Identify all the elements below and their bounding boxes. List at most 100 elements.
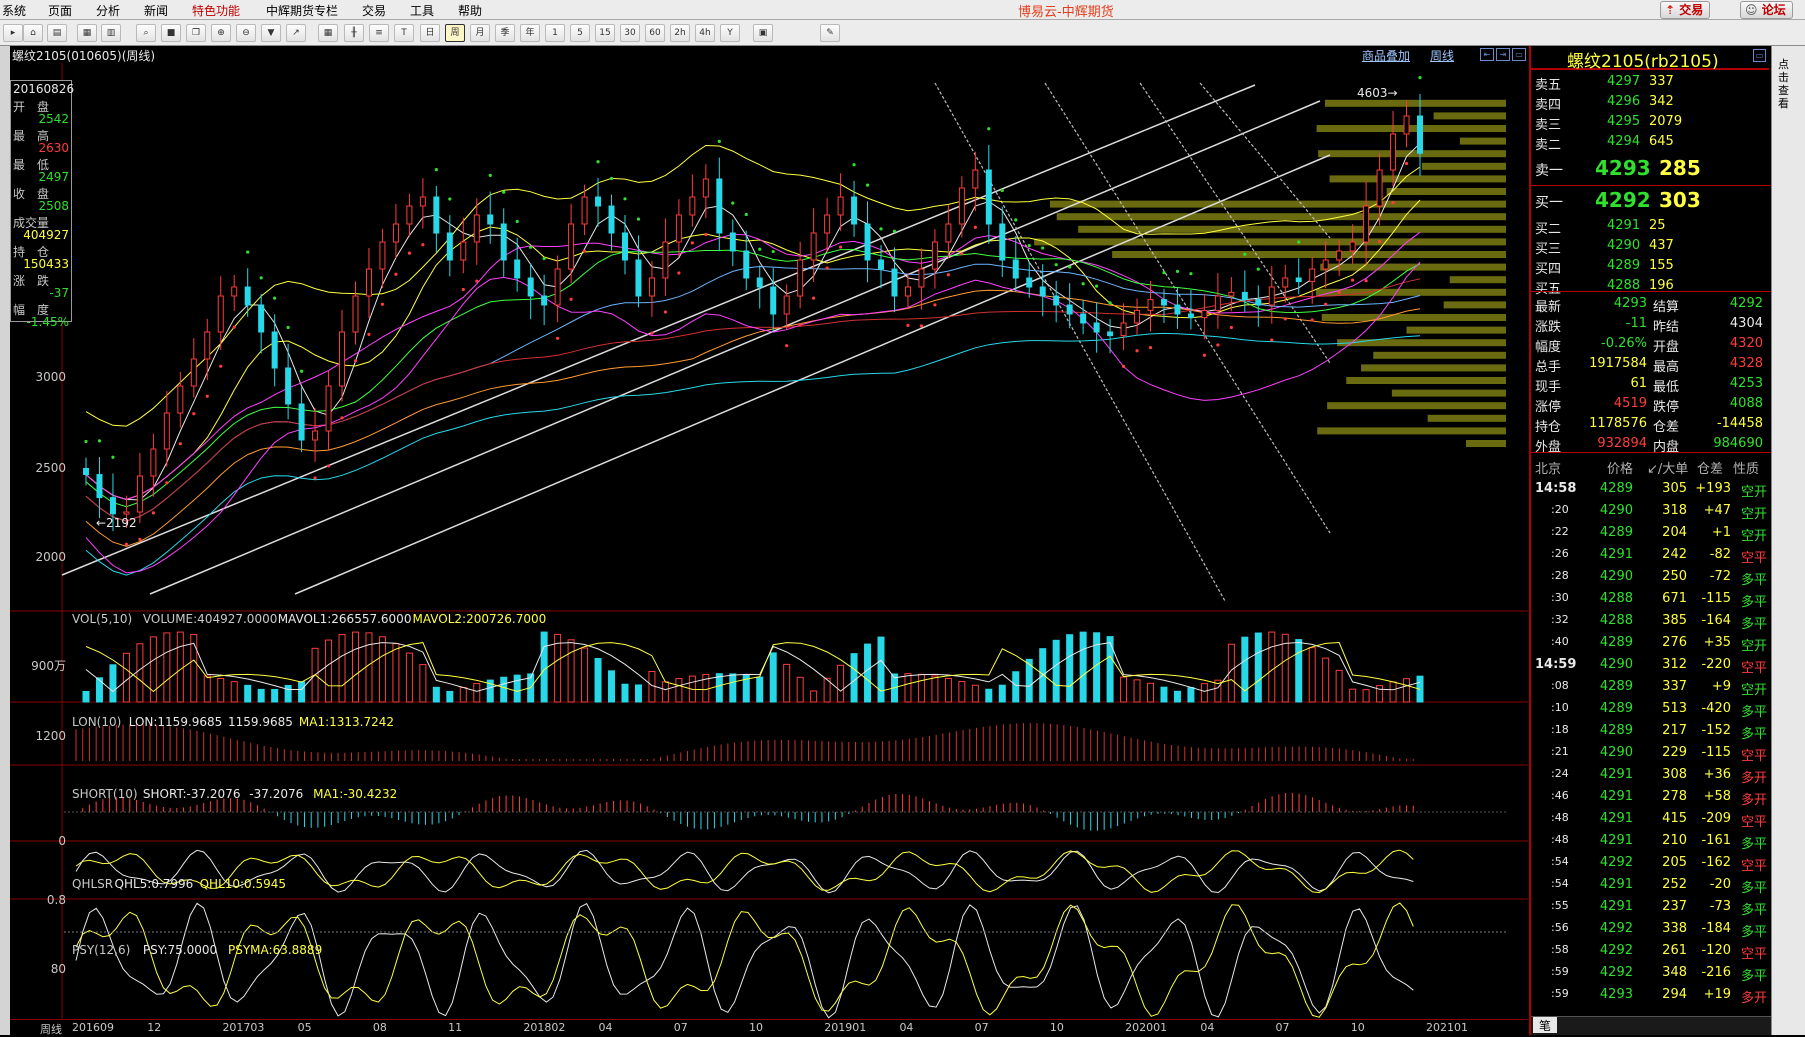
tick-volume: 204 [1662, 525, 1687, 540]
ask-row[interactable]: 卖五 4297 337 [1531, 74, 1771, 93]
tick-icon[interactable]: ≡ [369, 24, 389, 42]
period-60min-button[interactable]: 60 [645, 24, 665, 42]
bid-row[interactable]: 买一 4292 303 [1531, 188, 1771, 214]
tick-nature: 空平 [1741, 551, 1768, 566]
calendar-icon[interactable]: ▣ [753, 24, 773, 42]
tick-row[interactable]: 14:59 4290 312 -220 空平 [1531, 657, 1771, 676]
panel-restore-icon[interactable]: ▭ [1753, 49, 1766, 62]
zoom-in-icon[interactable]: ⊕ [211, 24, 231, 42]
tick-row[interactable]: :46 4291 278 +58 多开 [1531, 789, 1771, 808]
tick-price: 4290 [1599, 657, 1633, 672]
scroll-right-icon[interactable]: ⇥ [1496, 48, 1510, 61]
window-icon[interactable]: ❐ [186, 24, 206, 42]
tick-row[interactable]: :48 4291 415 -209 空平 [1531, 811, 1771, 830]
menu-zhonghui-column[interactable]: 中辉期货专栏 [266, 2, 338, 19]
period-5min-button[interactable]: 5 [570, 24, 590, 42]
tick-row[interactable]: :26 4291 242 -82 空平 [1531, 547, 1771, 566]
menu-tools[interactable]: 工具 [410, 2, 434, 19]
ask-row[interactable]: 卖四 4296 342 [1531, 94, 1771, 113]
tick-row[interactable]: :54 4291 252 -20 多平 [1531, 877, 1771, 896]
home-icon[interactable]: ⌂ [23, 24, 43, 42]
tick-time: 14:58 [1535, 481, 1577, 496]
zoom-out-icon[interactable]: ⊖ [236, 24, 256, 42]
menu-trade[interactable]: 交易 [362, 2, 386, 19]
period-link[interactable]: 周线 [1430, 47, 1454, 64]
trade-button[interactable]: ⇡ 交易 [1660, 1, 1711, 19]
sar-dot [1377, 240, 1382, 244]
maximize-icon[interactable]: ▭ [1512, 48, 1526, 61]
tick-row[interactable]: :59 4292 348 -216 多平 [1531, 965, 1771, 984]
tick-row[interactable]: :48 4291 210 -161 多平 [1531, 833, 1771, 852]
news-icon[interactable]: ▦ [77, 24, 97, 42]
tick-row[interactable]: :20 4290 318 +47 空开 [1531, 503, 1771, 522]
candle-body [527, 277, 534, 297]
period-month-button[interactable]: 月 [470, 24, 490, 42]
book-icon[interactable]: ▤ [47, 24, 67, 42]
period-30min-button[interactable]: 30 [620, 24, 640, 42]
period-day-button[interactable]: 日 [420, 24, 440, 42]
bid-row[interactable]: 买五 4288 196 [1531, 278, 1771, 297]
bid-row[interactable]: 买二 4291 25 [1531, 218, 1771, 237]
ask-row[interactable]: 卖三 4295 2079 [1531, 114, 1771, 133]
menu-analysis[interactable]: 分析 [96, 2, 120, 19]
menu-special[interactable]: 特色功能 [192, 2, 240, 19]
search-icon[interactable]: ⌕ [136, 24, 156, 42]
side-info-strip[interactable]: 点击查看 [1771, 46, 1805, 1035]
list-icon[interactable]: ▥ [101, 24, 121, 42]
chart-icon[interactable]: ↗ [286, 24, 306, 42]
tick-row[interactable]: :18 4289 217 -152 多平 [1531, 723, 1771, 742]
tick-row[interactable]: 14:58 4289 305 +193 空开 [1531, 481, 1771, 500]
ticker-icon[interactable]: T [394, 24, 414, 42]
table-icon[interactable]: ▦ [318, 24, 338, 42]
scroll-left-icon[interactable]: ⇤ [1480, 48, 1494, 61]
tick-row[interactable]: :56 4292 338 -184 多平 [1531, 921, 1771, 940]
ask-label: 卖二 [1535, 138, 1562, 153]
tick-row[interactable]: :30 4288 671 -115 多平 [1531, 591, 1771, 610]
product-overlay-link[interactable]: 商品叠加 [1362, 47, 1410, 64]
tick-row[interactable]: :08 4289 337 +9 空开 [1531, 679, 1771, 698]
period-week-button[interactable]: 周 [445, 24, 465, 42]
period-2h-button[interactable]: 2h [670, 24, 690, 42]
ask-row[interactable]: 卖二 4294 645 [1531, 134, 1771, 153]
tick-row[interactable]: :21 4290 229 -115 空平 [1531, 745, 1771, 764]
tick-nature: 多开 [1741, 771, 1768, 786]
period-15min-button[interactable]: 15 [595, 24, 615, 42]
volume-bar [513, 674, 521, 703]
tick-row[interactable]: :55 4291 237 -73 多平 [1531, 899, 1771, 918]
notepad-icon[interactable]: ✎ [820, 24, 840, 42]
tick-row[interactable]: :32 4288 385 -164 多平 [1531, 613, 1771, 632]
tab-ticks[interactable]: 笔 [1533, 1017, 1557, 1033]
bid-row[interactable]: 买三 4290 437 [1531, 238, 1771, 257]
expand-icon[interactable]: ▸ [3, 24, 23, 42]
stat-row: 涨停 4519 跌停 4088 [1531, 396, 1771, 415]
tick-oi-change: +58 [1703, 789, 1731, 804]
menu-news[interactable]: 新闻 [144, 2, 168, 19]
period-quarter-button[interactable]: 季 [495, 24, 515, 42]
tick-row[interactable]: :58 4292 261 -120 空平 [1531, 943, 1771, 962]
tick-row[interactable]: :10 4289 513 -420 多平 [1531, 701, 1771, 720]
tick-row[interactable]: :28 4290 250 -72 多平 [1531, 569, 1771, 588]
sar-dot [1095, 284, 1099, 288]
menu-system[interactable]: 系统 [2, 2, 26, 19]
bid-row[interactable]: 买四 4289 155 [1531, 258, 1771, 277]
period-4h-button[interactable]: 4h [695, 24, 715, 42]
filter-icon[interactable]: ▼ [261, 24, 281, 42]
ask-row[interactable]: 卖一 4293 285 [1531, 156, 1771, 182]
tick-row[interactable]: :22 4289 204 +1 空开 [1531, 525, 1771, 544]
sar-dot [353, 359, 358, 363]
tick-row[interactable]: :40 4289 276 +35 空开 [1531, 635, 1771, 654]
sar-dot [731, 201, 735, 205]
kline-icon[interactable]: ╫ [344, 24, 364, 42]
candle-body [635, 259, 642, 297]
stop-icon[interactable]: ■ [161, 24, 181, 42]
period-custom-button[interactable]: Y [720, 24, 740, 42]
menu-page[interactable]: 页面 [48, 2, 72, 19]
tick-row[interactable]: :54 4292 205 -162 空平 [1531, 855, 1771, 874]
period-year-button[interactable]: 年 [520, 24, 540, 42]
tick-oi-change: -120 [1701, 943, 1731, 958]
forum-button[interactable]: ☺ 论坛 [1740, 1, 1793, 19]
tick-row[interactable]: :24 4291 308 +36 多开 [1531, 767, 1771, 786]
period-1min-button[interactable]: 1 [545, 24, 565, 42]
tick-row[interactable]: :59 4293 294 +19 多开 [1531, 987, 1771, 1006]
menu-help[interactable]: 帮助 [458, 2, 482, 19]
